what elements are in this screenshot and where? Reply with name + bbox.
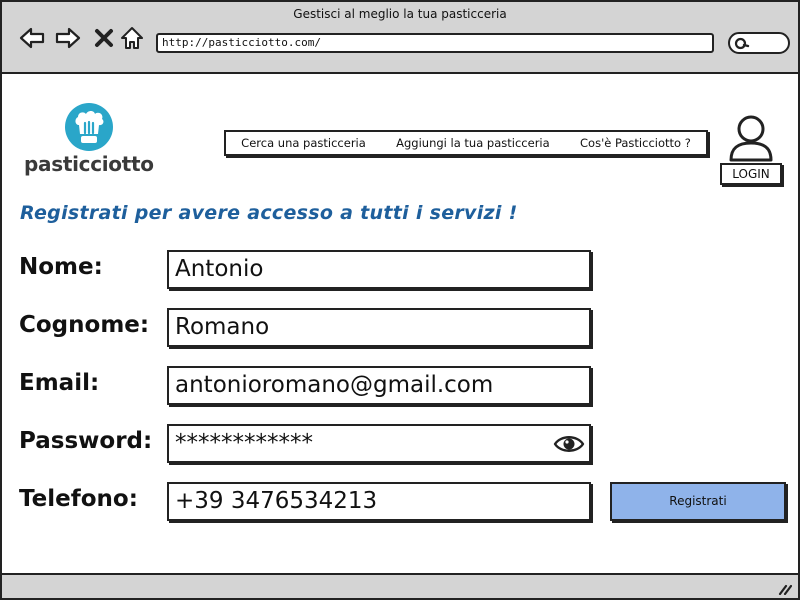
home-icon[interactable] <box>118 24 146 52</box>
telefono-input[interactable]: +39 3476534213 <box>167 482 591 521</box>
main-menu: Cerca una pasticceria Aggiungi la tua pa… <box>224 130 708 156</box>
eye-icon[interactable] <box>553 431 585 457</box>
window-title: Gestisci al meglio la tua pasticceria <box>293 7 507 21</box>
email-label: Email: <box>19 370 100 396</box>
menu-item-aggiungi[interactable]: Aggiungi la tua pasticceria <box>396 136 550 150</box>
close-x-icon[interactable] <box>90 24 118 52</box>
nome-label: Nome: <box>19 254 103 280</box>
telefono-label: Telefono: <box>19 486 138 512</box>
login-button[interactable]: LOGIN <box>720 163 782 185</box>
email-input[interactable]: antonioromano@gmail.com <box>167 366 591 405</box>
registrati-button[interactable]: Registrati <box>610 482 786 521</box>
password-input[interactable]: ************ <box>167 424 591 463</box>
menu-item-cerca[interactable]: Cerca una pasticceria <box>241 136 366 150</box>
forward-arrow-icon[interactable] <box>54 24 82 52</box>
cognome-label: Cognome: <box>19 312 150 338</box>
resize-grip-icon[interactable] <box>778 583 792 595</box>
logo-chef-hat-icon[interactable] <box>65 103 113 151</box>
browser-toolbar: Gestisci al meglio la tua pasticceria ht… <box>2 2 798 74</box>
address-bar[interactable]: http://pasticciotto.com/ <box>156 33 714 53</box>
cognome-input[interactable]: Romano <box>167 308 591 347</box>
search-icon <box>734 37 750 50</box>
back-arrow-icon[interactable] <box>18 24 46 52</box>
menu-item-cos-e[interactable]: Cos'è Pasticciotto ? <box>580 136 691 150</box>
password-value: ************ <box>175 430 313 456</box>
password-label: Password: <box>19 428 153 454</box>
user-icon[interactable] <box>727 112 775 162</box>
browser-search-box[interactable] <box>728 32 790 54</box>
page-title: Registrati per avere accesso a tutti i s… <box>20 202 518 224</box>
status-bar <box>2 573 798 598</box>
browser-window: Gestisci al meglio la tua pasticceria ht… <box>0 0 800 600</box>
logo-text[interactable]: pasticciotto <box>24 152 154 176</box>
nome-input[interactable]: Antonio <box>167 250 591 289</box>
